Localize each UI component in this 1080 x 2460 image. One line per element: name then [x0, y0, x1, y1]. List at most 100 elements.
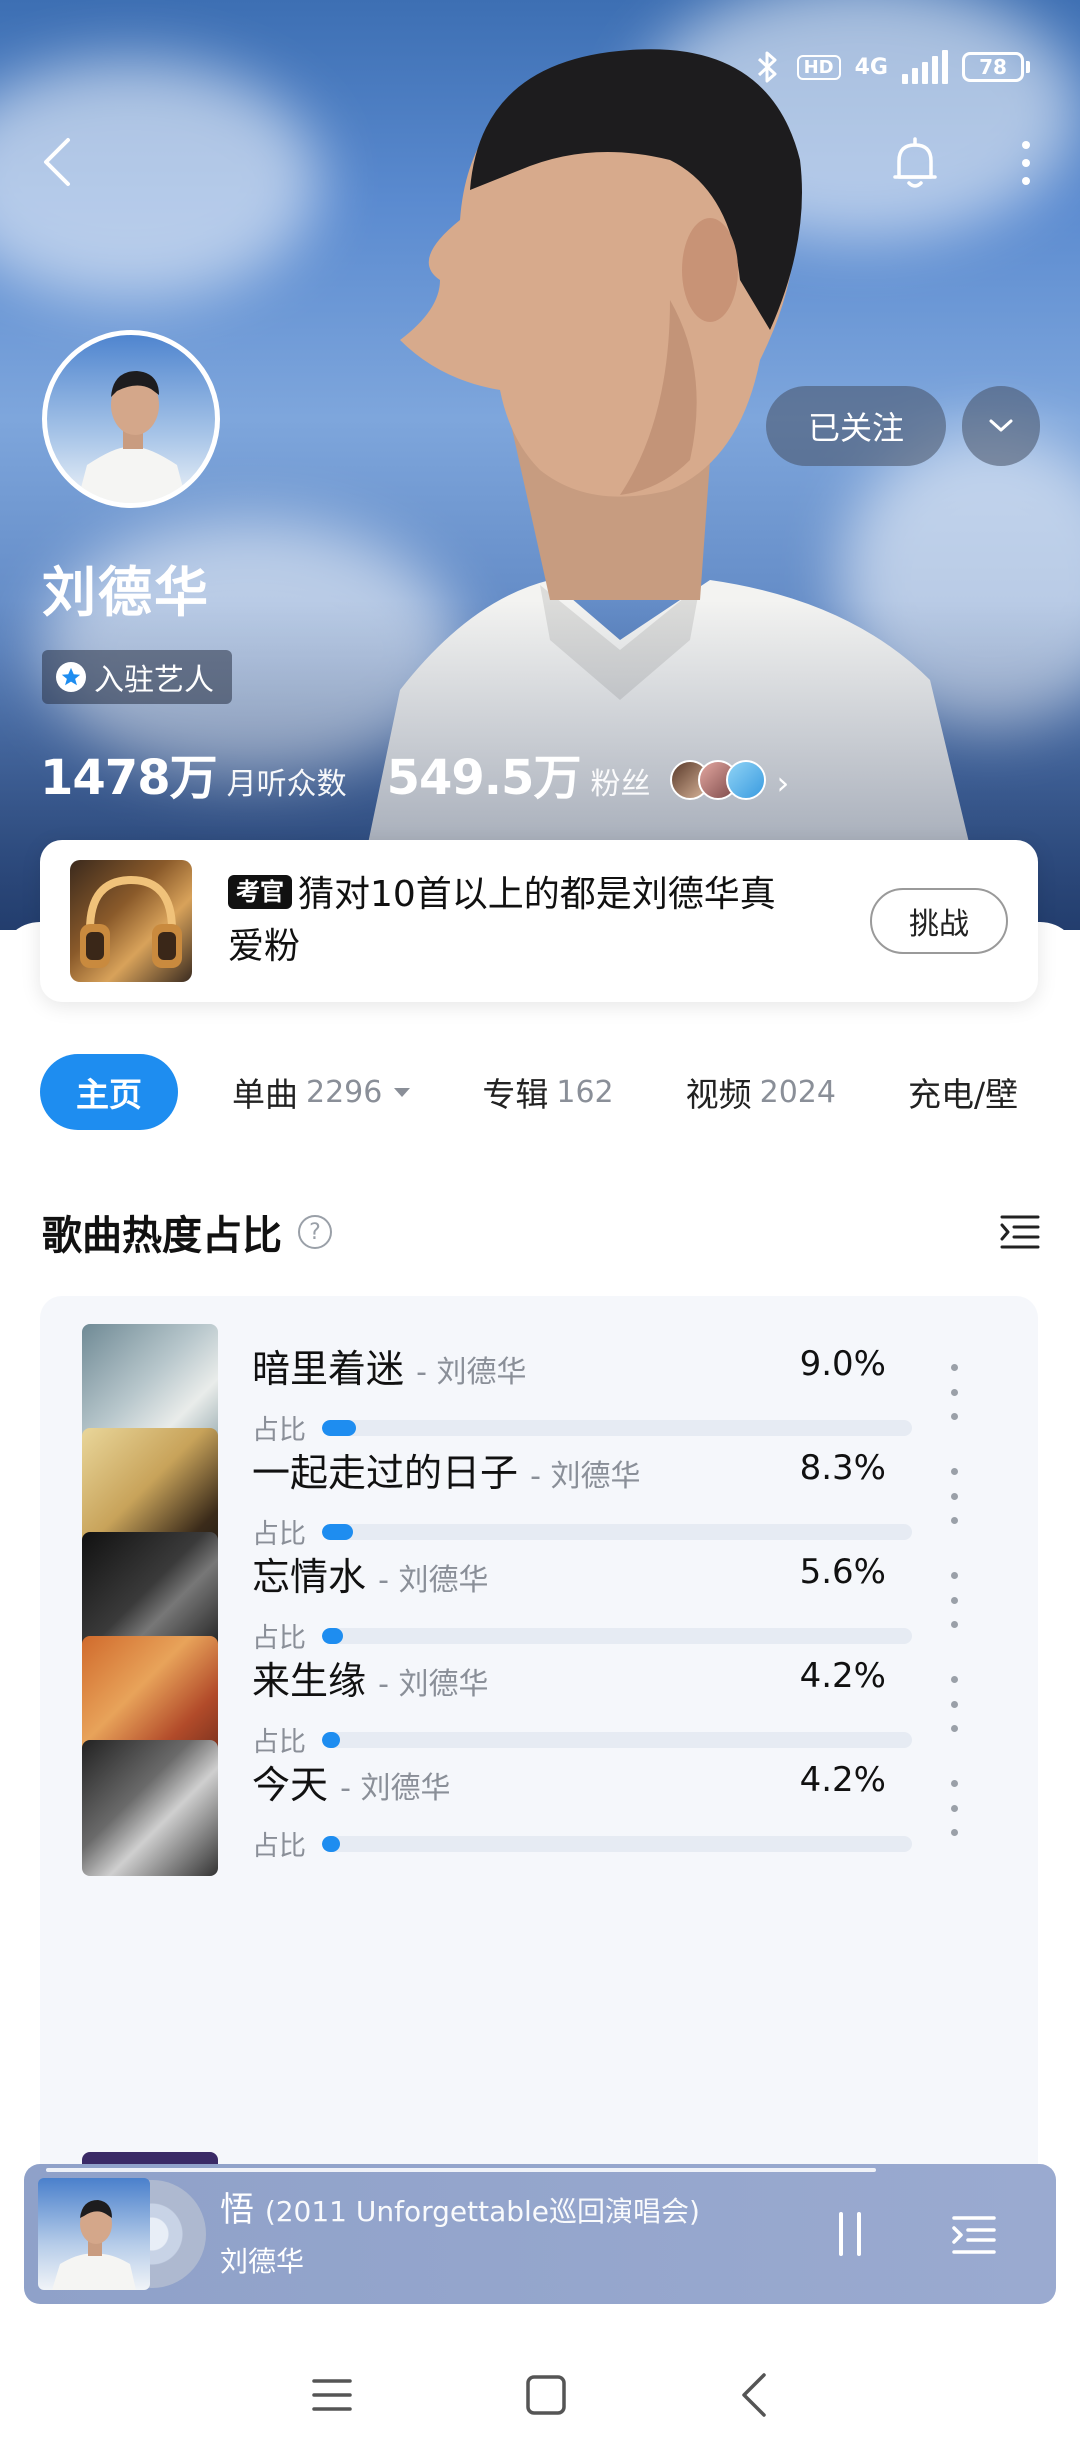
song-more-button[interactable] — [934, 1364, 974, 1420]
song-percentage: 5.6% — [799, 1552, 886, 1592]
caret-down-icon — [394, 1087, 411, 1097]
playback-progress[interactable] — [46, 2168, 876, 2172]
share-bar-track — [322, 1836, 912, 1852]
playlist-button[interactable] — [944, 2204, 1004, 2264]
section-title: 歌曲热度占比 — [42, 1213, 282, 1259]
back-nav-icon[interactable] — [738, 2371, 770, 2419]
pause-icon — [839, 2212, 843, 2256]
tab-videos[interactable]: 视频 2024 — [686, 1068, 836, 1116]
status-bar: HD 4G 78 — [753, 50, 1030, 84]
quiz-card[interactable]: 考官 猜对10首以上的都是刘德华真爱粉 挑战 — [40, 840, 1038, 1002]
back-arrow-icon — [44, 138, 70, 186]
song-more-button[interactable] — [934, 1572, 974, 1628]
battery-icon: 78 — [962, 52, 1030, 82]
tab-count: 2296 — [306, 1074, 383, 1110]
tab-label: 单曲 — [232, 1075, 298, 1114]
track-title: 悟 — [220, 2190, 254, 2230]
song-title-line: 忘情水 - 刘德华 — [252, 1546, 488, 1601]
tab-singles[interactable]: 单曲 2296 — [232, 1068, 411, 1116]
share-label: 占比 — [252, 1831, 306, 1862]
song-title-line: 今天 - 刘德华 — [252, 1754, 450, 1809]
help-icon[interactable]: ? — [298, 1215, 332, 1249]
album-cover — [82, 1740, 218, 1876]
battery-level: 78 — [962, 52, 1024, 82]
more-vertical-icon — [1022, 141, 1030, 185]
mini-player[interactable]: 悟 (2011 Unforgettable巡回演唱会) 刘德华 — [24, 2164, 1056, 2304]
song-artist: - 刘德华 — [378, 1563, 489, 1598]
tab-albums[interactable]: 专辑 162 — [482, 1068, 613, 1116]
now-playing-cover — [38, 2178, 150, 2290]
tab-label: 专辑 — [482, 1075, 549, 1114]
pause-button[interactable] — [820, 2204, 880, 2264]
quiz-thumbnail — [70, 860, 192, 982]
song-artist: - 刘德华 — [416, 1355, 527, 1390]
tab-count: 2024 — [759, 1074, 836, 1110]
song-title: 一起走过的日子 — [252, 1451, 519, 1495]
song-more-button[interactable] — [934, 1780, 974, 1836]
song-artist: - 刘德华 — [340, 1771, 451, 1806]
network-type: 4G — [854, 54, 888, 80]
tab-label: 充电/壁 — [907, 1075, 1019, 1114]
hd-badge: HD — [796, 54, 841, 80]
song-artist: - 刘德华 — [378, 1667, 489, 1702]
monthly-listeners-label: 月听众数 — [226, 767, 347, 802]
fans-label[interactable]: 粉丝 — [590, 759, 650, 803]
back-button[interactable] — [26, 130, 90, 194]
song-title-line: 一起走过的日子 - 刘德华 — [252, 1442, 640, 1497]
song-title: 来生缘 — [252, 1659, 367, 1703]
verified-artist-badge[interactable]: 入驻艺人 — [42, 650, 232, 704]
song-title-line: 暗里着迷 - 刘德华 — [252, 1338, 526, 1393]
song-title: 忘情水 — [252, 1555, 367, 1599]
song-title: 暗里着迷 — [252, 1347, 405, 1391]
quiz-tag: 考官 — [228, 875, 292, 909]
bluetooth-icon — [757, 51, 777, 83]
fan-avatar — [726, 760, 767, 800]
song-title: 今天 — [252, 1763, 329, 1807]
fan-avatars[interactable] — [670, 760, 767, 800]
list-icon[interactable] — [1000, 1213, 1040, 1251]
now-playing-artwork — [38, 2178, 210, 2290]
follow-options-button[interactable] — [962, 386, 1040, 466]
signal-strength-icon — [902, 50, 948, 84]
verified-badge-label: 入驻艺人 — [94, 663, 214, 698]
artist-tabs: 主页 单曲 2296 专辑 162 视频 2024 充电/壁 — [40, 1054, 1080, 1130]
monthly-listeners-value: 1478万 — [40, 750, 218, 806]
tab-label: 视频 — [685, 1075, 752, 1114]
notification-button[interactable] — [880, 128, 950, 198]
fans-value[interactable]: 549.5万 — [387, 738, 582, 808]
song-percentage: 4.2% — [799, 1760, 886, 1800]
chevron-down-icon — [989, 419, 1013, 432]
song-more-button[interactable] — [934, 1676, 974, 1732]
song-heat-section-header: 歌曲热度占比 ? — [42, 1200, 1040, 1264]
song-ranking-list: 暗里着迷 - 刘德华 9.0% 占比 一起走过的日子 - 刘德华 8.3% 占比 忘情水 -… — [40, 1296, 1038, 2196]
song-row[interactable]: 今天 - 刘德华 4.2% 占比 — [82, 1740, 998, 1876]
follow-button[interactable]: 已关注 — [766, 386, 946, 466]
tab-wallpaper[interactable]: 充电/壁 — [908, 1068, 1018, 1116]
star-icon — [56, 662, 86, 692]
now-playing-title: 悟 (2011 Unforgettable巡回演唱会) — [220, 2182, 700, 2231]
tab-home[interactable]: 主页 — [40, 1054, 178, 1130]
artist-stats: 1478万 月听众数 549.5万 粉丝 › — [40, 738, 789, 808]
artist-avatar[interactable] — [42, 330, 220, 508]
system-navigation-bar — [0, 2330, 1080, 2460]
more-options-button[interactable] — [1000, 128, 1052, 198]
home-icon[interactable] — [524, 2373, 568, 2417]
avatar-image — [77, 371, 187, 503]
song-more-button[interactable] — [934, 1468, 974, 1524]
challenge-button[interactable]: 挑战 — [870, 888, 1008, 954]
song-artist: - 刘德华 — [530, 1459, 641, 1494]
chevron-right-icon[interactable]: › — [776, 764, 789, 802]
track-subtitle: (2011 Unforgettable巡回演唱会) — [264, 2195, 700, 2228]
song-title-line: 来生缘 - 刘德华 — [252, 1650, 488, 1705]
bell-icon — [893, 137, 937, 188]
share-bar-fill — [322, 1836, 340, 1852]
quiz-text: 猜对10首以上的都是刘德华真爱粉 — [228, 874, 776, 967]
now-playing-artist: 刘德华 — [220, 2245, 305, 2278]
song-percentage: 4.2% — [799, 1656, 886, 1696]
song-percentage: 8.3% — [799, 1448, 886, 1488]
song-percentage: 9.0% — [799, 1344, 886, 1384]
menu-icon[interactable] — [310, 2375, 354, 2415]
artist-hero: HD 4G 78 刘德华 入驻艺人 1478万 月听众数 549.5万 粉丝 ›… — [0, 0, 1080, 930]
tab-label: 主页 — [76, 1075, 142, 1114]
quiz-description: 考官 猜对10首以上的都是刘德华真爱粉 — [228, 869, 808, 973]
